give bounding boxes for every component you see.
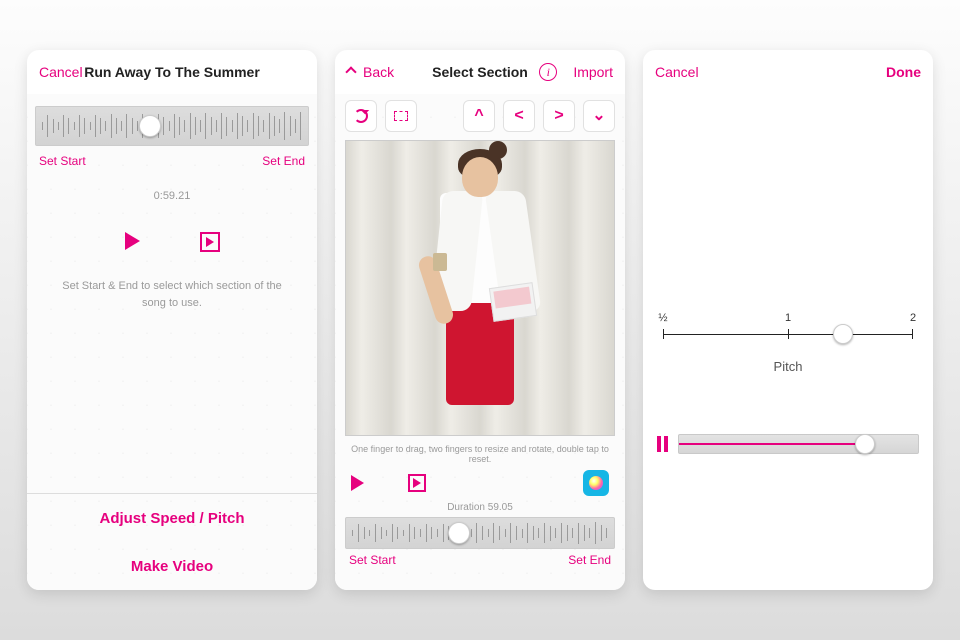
scrubber-knob[interactable] [139, 115, 161, 137]
header: Cancel Run Away To The Summer [27, 50, 317, 94]
info-icon[interactable]: i [539, 63, 557, 81]
tick-two-label: 2 [910, 312, 916, 324]
color-wheel-icon [589, 476, 603, 490]
play-button[interactable] [351, 475, 364, 491]
header: Back Select Section i Import [335, 50, 625, 94]
redo-icon [354, 109, 368, 123]
play-button[interactable] [125, 232, 140, 250]
nudge-right-button[interactable]: > [543, 100, 575, 132]
gesture-hint: One finger to drag, two fingers to resiz… [335, 440, 625, 466]
set-end-button[interactable]: Set End [262, 154, 305, 168]
crop-icon [394, 111, 408, 121]
done-button[interactable]: Done [886, 64, 921, 80]
instruction-text: Set Start & End to select which section … [27, 252, 317, 311]
make-video-button[interactable]: Make Video [27, 542, 317, 590]
waveform [346, 518, 614, 548]
scrubber-knob[interactable] [448, 522, 470, 544]
progress-knob[interactable] [855, 434, 875, 454]
select-section-screen: Back Select Section i Import ^ < > ⌄ [335, 50, 625, 590]
progress-fill [679, 443, 865, 445]
waveform [36, 107, 308, 145]
photo-subject [405, 140, 555, 435]
chevron-left-icon [345, 66, 356, 77]
pitch-knob[interactable] [833, 324, 853, 344]
set-end-button[interactable]: Set End [568, 553, 611, 567]
back-button[interactable]: Back [347, 64, 394, 80]
header: Cancel Done [643, 50, 933, 94]
back-label: Back [363, 64, 394, 80]
caret-down-icon: ⌄ [592, 108, 605, 124]
toolbar: ^ < > ⌄ [335, 94, 625, 136]
crop-button[interactable] [385, 100, 417, 132]
effects-button[interactable] [583, 470, 609, 496]
adjust-speed-pitch-button[interactable]: Adjust Speed / Pitch [27, 494, 317, 542]
preview-button[interactable] [200, 232, 220, 252]
preview-button[interactable] [408, 474, 426, 492]
pause-button[interactable] [657, 436, 668, 452]
body: Set Start Set End 0:59.21 Set Start & En… [27, 94, 317, 590]
nudge-up-button[interactable]: ^ [463, 100, 495, 132]
current-time: 0:59.21 [27, 190, 317, 202]
tick-one-label: 1 [785, 312, 791, 324]
waveform-slider[interactable] [345, 517, 615, 549]
caret-right-icon: > [554, 108, 563, 124]
waveform-slider[interactable] [35, 106, 309, 146]
body: ^ < > ⌄ One finger to drag, two fingers … [335, 94, 625, 590]
nudge-down-button[interactable]: ⌄ [583, 100, 615, 132]
scale-track [663, 334, 913, 335]
redo-button[interactable] [345, 100, 377, 132]
caret-up-icon: ^ [474, 108, 483, 124]
nudge-left-button[interactable]: < [503, 100, 535, 132]
import-button[interactable]: Import [573, 64, 613, 80]
set-start-button[interactable]: Set Start [39, 154, 86, 168]
audio-trim-screen: Cancel Run Away To The Summer Set Start … [27, 50, 317, 590]
pitch-screen: Cancel Done ½ 1 2 Pitch [643, 50, 933, 590]
playback-bar [657, 434, 919, 454]
pitch-scale[interactable]: ½ 1 2 Pitch [663, 334, 913, 374]
pitch-label: Pitch [663, 359, 913, 374]
tick-half-label: ½ [658, 312, 667, 324]
body: ½ 1 2 Pitch [643, 94, 933, 590]
cancel-button[interactable]: Cancel [39, 64, 83, 80]
set-start-button[interactable]: Set Start [349, 553, 396, 567]
caret-left-icon: < [514, 108, 523, 124]
cancel-button[interactable]: Cancel [655, 64, 699, 80]
progress-track[interactable] [678, 434, 919, 454]
duration-label: Duration 59.05 [335, 502, 625, 513]
preview-canvas[interactable] [345, 140, 615, 436]
